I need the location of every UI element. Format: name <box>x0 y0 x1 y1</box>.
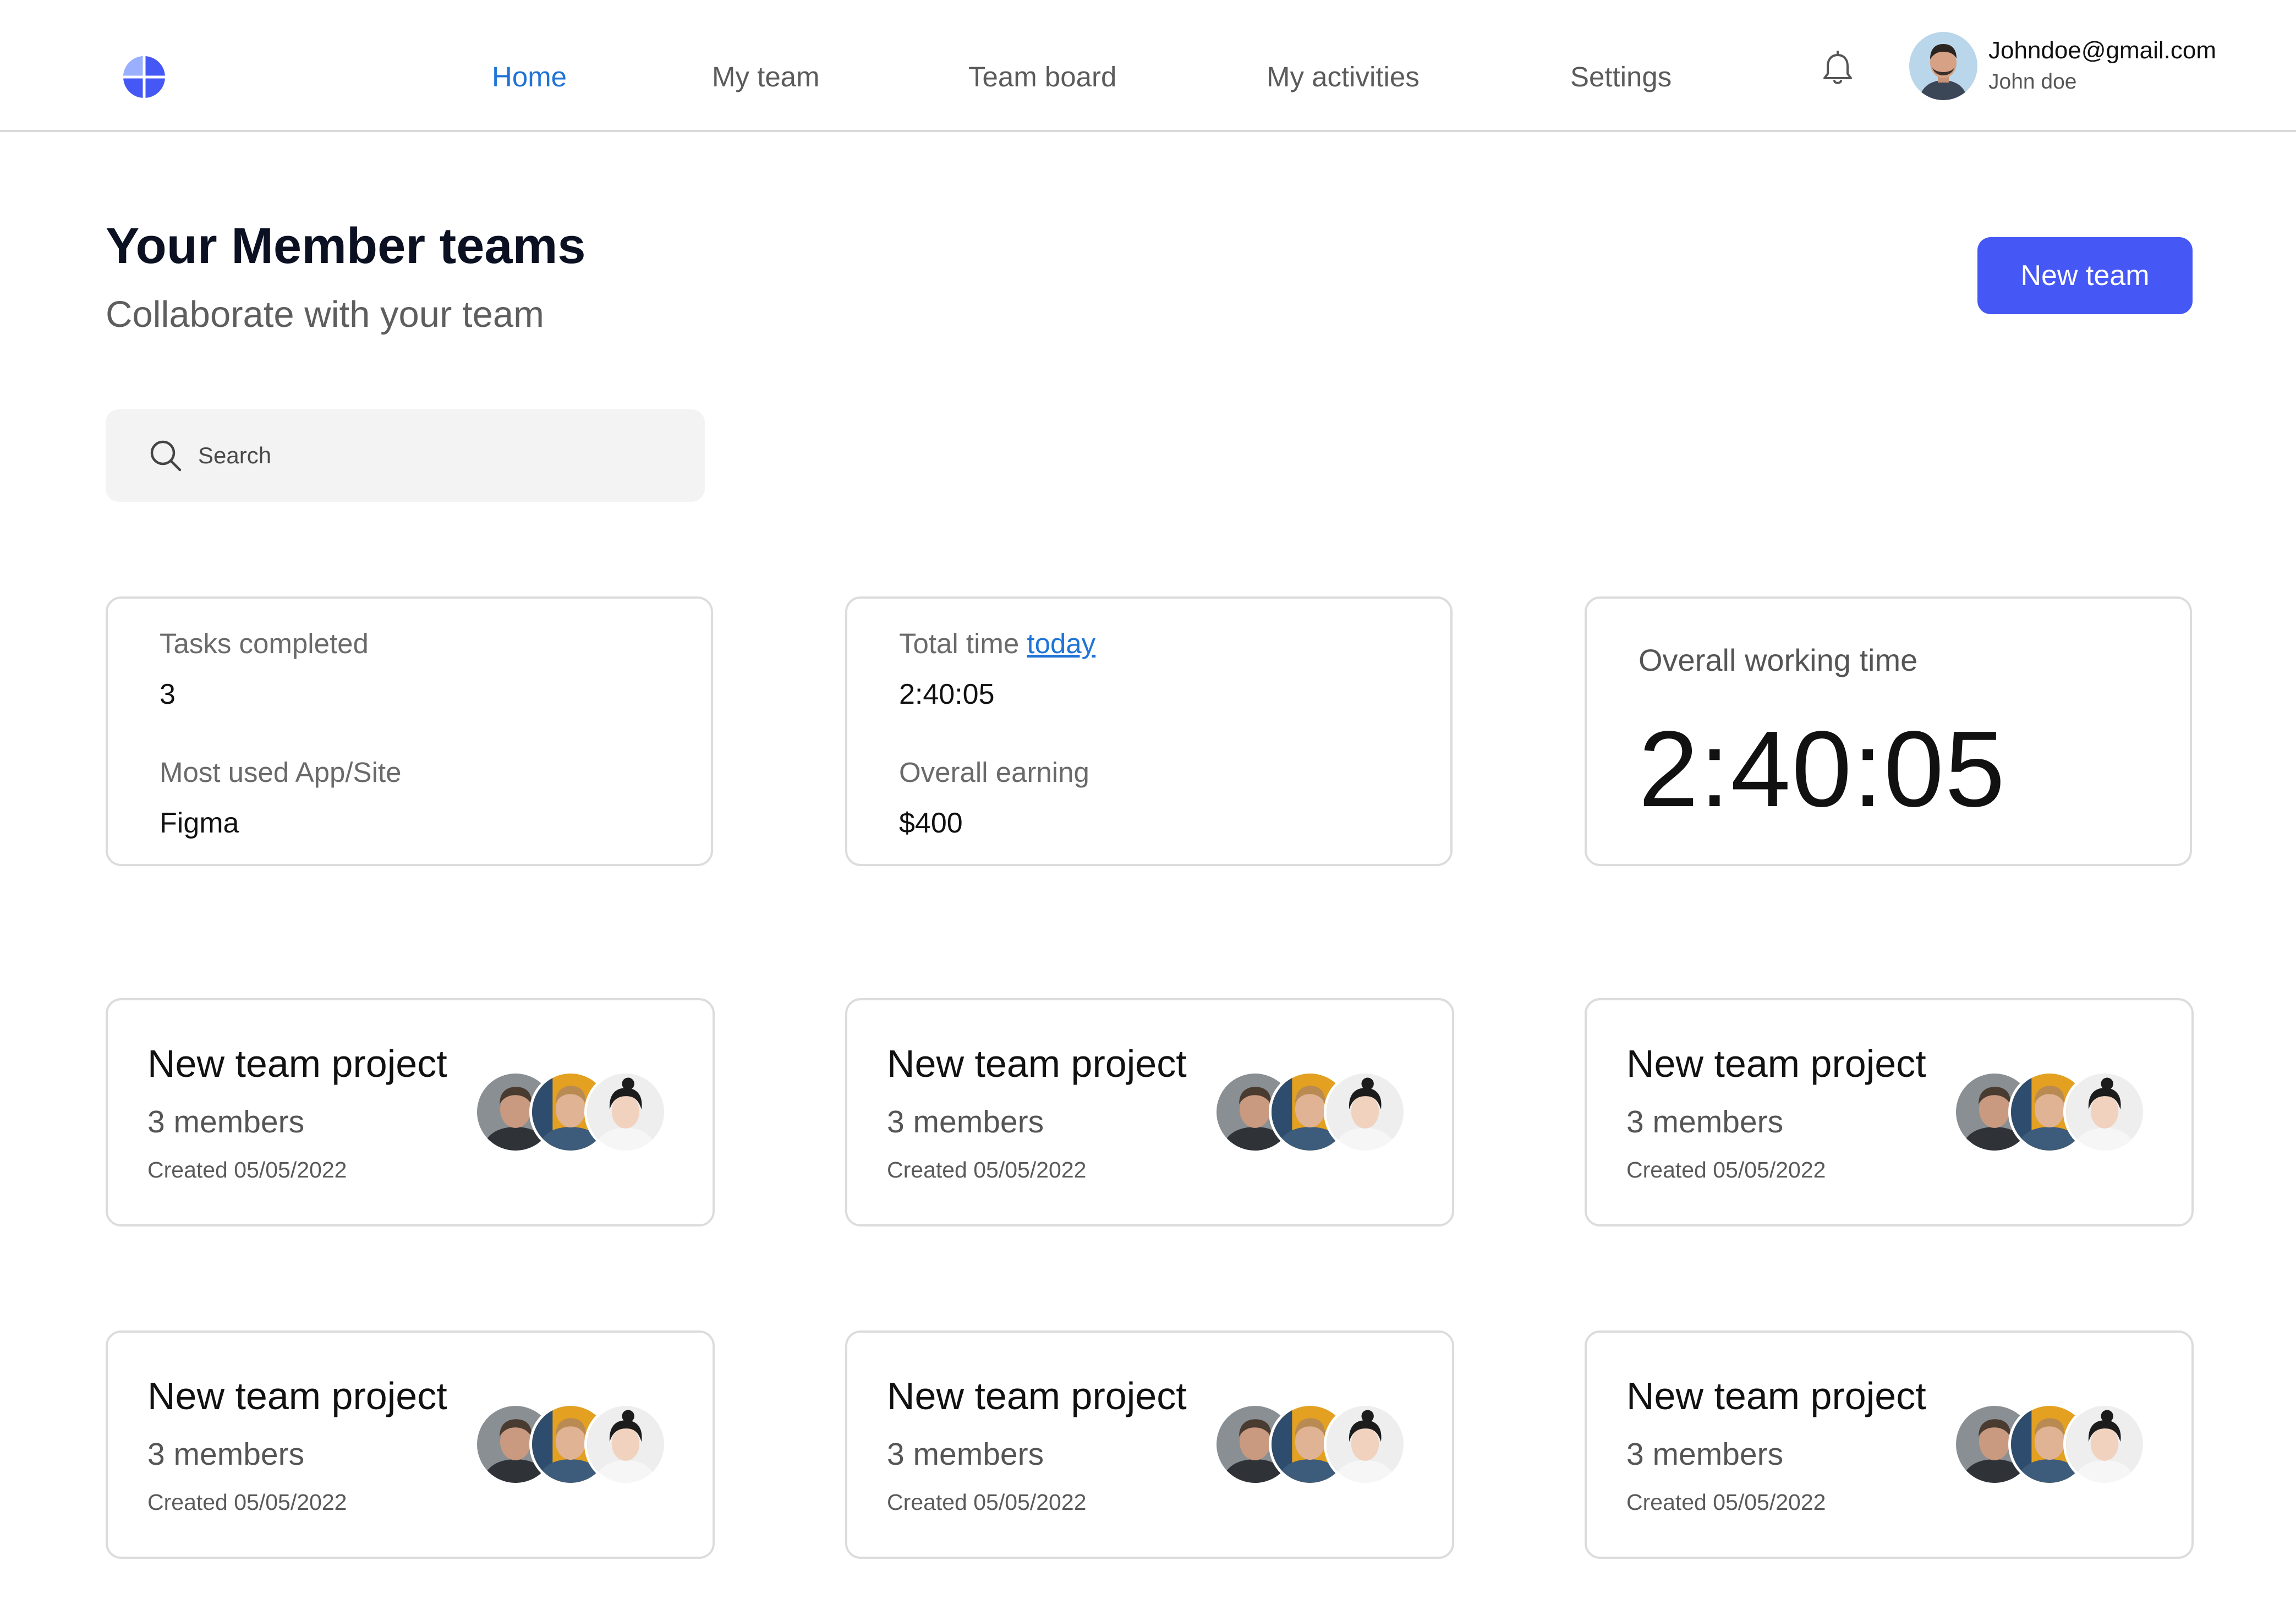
nav-my-team[interactable]: My team <box>712 59 820 95</box>
member-avatar-stack <box>1214 1071 1412 1153</box>
profile-avatar[interactable] <box>1909 32 1977 100</box>
team-title: New team project <box>887 1374 1187 1417</box>
member-avatar <box>1324 1403 1406 1486</box>
member-avatar <box>2063 1071 2146 1153</box>
total-time-label: Total time today <box>899 626 1095 661</box>
overall-working-time-label: Overall working time <box>1639 643 1918 677</box>
member-avatar-stack <box>1953 1403 2151 1486</box>
team-card[interactable]: New team project 3 members Created 05/05… <box>106 998 715 1226</box>
team-created-date: Created 05/05/2022 <box>887 1489 1087 1515</box>
page-subtitle: Collaborate with your team <box>106 294 544 335</box>
pie-logo-icon[interactable] <box>122 55 166 99</box>
member-avatar <box>584 1403 667 1486</box>
new-team-button[interactable]: New team <box>1977 237 2193 314</box>
team-created-date: Created 05/05/2022 <box>887 1157 1087 1182</box>
team-title: New team project <box>1626 1374 1926 1417</box>
bell-icon[interactable] <box>1821 51 1854 87</box>
team-card[interactable]: New team project 3 members Created 05/05… <box>1585 1330 2194 1559</box>
search-input[interactable] <box>198 431 682 480</box>
stats-card-time: Total time today 2:40:05 Overall earning… <box>845 596 1453 866</box>
overall-earning-value: $400 <box>899 807 963 839</box>
member-avatar-stack <box>474 1071 672 1153</box>
member-avatar-stack <box>1953 1071 2151 1153</box>
search-box <box>106 409 705 502</box>
member-avatar <box>1324 1071 1406 1153</box>
nav-team-board[interactable]: Team board <box>968 59 1116 95</box>
top-navigation-bar: Home My team Team board My activities Se… <box>0 0 2296 132</box>
stats-card-working-time: Overall working time 2:40:05 <box>1585 596 2192 866</box>
team-created-date: Created 05/05/2022 <box>1626 1489 1826 1515</box>
team-card[interactable]: New team project 3 members Created 05/05… <box>106 1330 715 1559</box>
team-member-count: 3 members <box>147 1104 305 1140</box>
team-card[interactable]: New team project 3 members Created 05/05… <box>1585 998 2194 1226</box>
team-title: New team project <box>147 1374 447 1417</box>
nav-home[interactable]: Home <box>492 59 567 95</box>
team-member-count: 3 members <box>147 1437 305 1472</box>
team-member-count: 3 members <box>887 1104 1044 1140</box>
overall-earning-label: Overall earning <box>899 757 1089 788</box>
search-icon <box>150 440 182 472</box>
team-created-date: Created 05/05/2022 <box>147 1157 347 1182</box>
team-created-date: Created 05/05/2022 <box>147 1489 347 1515</box>
member-avatar <box>2063 1403 2146 1486</box>
team-card[interactable]: New team project 3 members Created 05/05… <box>845 1330 1454 1559</box>
team-member-count: 3 members <box>1626 1104 1784 1140</box>
total-time-value: 2:40:05 <box>899 678 995 710</box>
team-member-count: 3 members <box>1626 1437 1784 1472</box>
profile-email: Johndoe@gmail.com <box>1988 37 2216 64</box>
member-avatar-stack <box>1214 1403 1412 1486</box>
most-used-app-value: Figma <box>160 807 239 839</box>
tasks-completed-label: Tasks completed <box>160 628 369 659</box>
overall-working-time-value: 2:40:05 <box>1639 709 2006 829</box>
nav-my-activities[interactable]: My activities <box>1267 59 1420 95</box>
team-card[interactable]: New team project 3 members Created 05/05… <box>845 998 1454 1226</box>
team-created-date: Created 05/05/2022 <box>1626 1157 1826 1182</box>
total-time-label-text: Total time <box>899 628 1020 659</box>
stats-card-tasks: Tasks completed 3 Most used App/Site Fig… <box>106 596 713 866</box>
today-link[interactable]: today <box>1027 628 1095 659</box>
tasks-completed-value: 3 <box>160 678 176 710</box>
member-avatar <box>584 1071 667 1153</box>
profile-name: John doe <box>1988 70 2077 94</box>
team-title: New team project <box>1626 1042 1926 1085</box>
team-title: New team project <box>147 1042 447 1085</box>
page-title: Your Member teams <box>106 218 586 274</box>
member-avatar-stack <box>474 1403 672 1486</box>
team-member-count: 3 members <box>887 1437 1044 1472</box>
most-used-app-label: Most used App/Site <box>160 757 402 788</box>
team-title: New team project <box>887 1042 1187 1085</box>
nav-settings[interactable]: Settings <box>1570 59 1672 95</box>
